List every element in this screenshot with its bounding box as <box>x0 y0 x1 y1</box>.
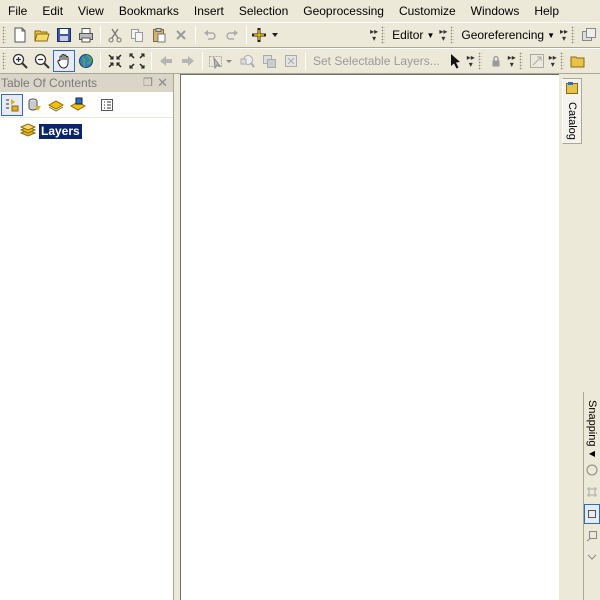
toolbar-grip[interactable] <box>2 52 6 70</box>
toolbar-separator <box>305 52 306 70</box>
toolbar-overflow-chevron[interactable]: ▸▸ ▾ <box>466 50 476 72</box>
toolbar-separator <box>202 52 203 70</box>
editor-menu-button[interactable]: Editor ▼ <box>388 25 438 45</box>
toolbar-overflow-chevron[interactable]: ▸▸ ▾ <box>507 50 517 72</box>
fixed-zoom-out-icon[interactable] <box>126 50 148 72</box>
pan-hand-icon[interactable] <box>53 50 75 72</box>
menu-bar: File Edit View Bookmarks Insert Selectio… <box>0 0 600 22</box>
toc-tree: Layers <box>0 118 173 140</box>
menu-help[interactable]: Help <box>528 1 565 21</box>
catalog-folder-icon[interactable] <box>567 50 589 72</box>
lock-icon[interactable] <box>485 50 507 72</box>
toolbar-overflow-chevron[interactable]: ▸▸ ▾ <box>369 24 379 46</box>
right-dock: Catalog Snapping ◀ <box>559 74 600 600</box>
snapping-dropdown-icon[interactable]: ◀ <box>589 449 595 458</box>
menu-windows[interactable]: Windows <box>465 1 526 21</box>
catalog-tab[interactable]: Catalog <box>562 78 582 144</box>
list-by-visibility-icon[interactable] <box>45 94 67 116</box>
snapping-toolbar: Snapping ◀ <box>583 392 600 600</box>
toc-toolbar <box>0 92 173 118</box>
toc-title: Table Of Contents <box>1 76 98 90</box>
layers-label[interactable]: Layers <box>39 123 82 139</box>
layers-data-frame[interactable]: Layers <box>19 122 173 140</box>
toolbar-overflow-chevron[interactable]: ▸▸ ▾ <box>438 24 448 46</box>
data-frame-layers-icon <box>19 122 37 140</box>
toolbar-grip[interactable] <box>450 26 455 44</box>
select-elements-arrow-icon[interactable] <box>444 50 466 72</box>
point-snapping-icon[interactable] <box>584 460 600 480</box>
clear-selected-features-icon[interactable] <box>280 50 302 72</box>
toolbar-grip[interactable] <box>518 52 523 70</box>
toolbar-grip[interactable] <box>2 26 6 44</box>
catalog-icon <box>565 81 579 98</box>
menu-edit[interactable]: Edit <box>36 1 69 21</box>
georeferencing-label: Georeferencing <box>461 28 545 42</box>
edge-snapping-icon[interactable] <box>584 526 600 546</box>
save-icon[interactable] <box>53 24 75 46</box>
toolbar-separator <box>92 95 93 114</box>
menu-geoprocessing[interactable]: Geoprocessing <box>297 1 390 21</box>
list-by-selection-icon[interactable] <box>67 94 89 116</box>
close-icon[interactable]: ✕ <box>157 75 168 91</box>
full-extent-globe-icon[interactable] <box>75 50 97 72</box>
snapping-label[interactable]: Snapping <box>586 400 598 447</box>
set-selectable-layers-button[interactable]: Set Selectable Layers... <box>309 54 444 68</box>
catalog-tab-label: Catalog <box>566 102 578 140</box>
zoom-out-icon[interactable] <box>31 50 53 72</box>
dropdown-arrow-icon: ▼ <box>426 30 435 40</box>
toolbar-overflow-chevron[interactable]: ▸▸ ▾ <box>559 24 569 46</box>
vertex-snapping-icon[interactable] <box>584 503 600 524</box>
list-by-source-icon[interactable] <box>23 94 45 116</box>
copy-icon[interactable] <box>126 24 148 46</box>
menu-bookmarks[interactable]: Bookmarks <box>113 1 185 21</box>
delete-icon[interactable] <box>170 24 192 46</box>
toolbar-separator <box>195 26 196 44</box>
toolbar-grip[interactable] <box>477 52 482 70</box>
editor-label: Editor <box>392 28 424 42</box>
pin-icon[interactable]: ❒ <box>143 76 153 89</box>
toolbar-grip[interactable] <box>571 26 575 44</box>
toolbar-grip[interactable] <box>559 52 564 70</box>
georeferencing-menu-button[interactable]: Georeferencing ▼ <box>457 25 559 45</box>
clear-selection-icon[interactable] <box>258 50 280 72</box>
map-display[interactable] <box>180 74 559 600</box>
menu-customize[interactable]: Customize <box>393 1 462 21</box>
menu-insert[interactable]: Insert <box>188 1 230 21</box>
select-features-icon[interactable] <box>206 50 236 72</box>
layout-view-icon[interactable] <box>578 24 600 46</box>
tools-toolbar: Set Selectable Layers... ▸▸ ▾ ▸▸ ▾ ▸▸ ▾ <box>0 48 600 74</box>
snapping-overflow-chevron[interactable] <box>584 548 600 568</box>
toolbar-grip[interactable] <box>381 26 386 44</box>
open-folder-icon[interactable] <box>31 24 53 46</box>
table-of-contents-panel: Table Of Contents ❒ ✕ Layers <box>0 74 174 600</box>
toc-title-bar[interactable]: Table Of Contents ❒ ✕ <box>0 74 173 92</box>
menu-view[interactable]: View <box>72 1 110 21</box>
menu-file[interactable]: File <box>2 1 33 21</box>
redo-icon[interactable] <box>221 24 243 46</box>
toolbar-separator <box>246 26 247 44</box>
zoom-in-icon[interactable] <box>9 50 31 72</box>
back-extent-icon[interactable] <box>155 50 177 72</box>
end-snapping-icon[interactable] <box>584 482 600 502</box>
cut-icon[interactable] <box>104 24 126 46</box>
print-icon[interactable] <box>75 24 97 46</box>
paste-icon[interactable] <box>148 24 170 46</box>
forward-extent-icon[interactable] <box>177 50 199 72</box>
toolbar-separator <box>151 52 152 70</box>
dropdown-arrow-icon: ▼ <box>547 30 555 40</box>
add-data-icon[interactable] <box>250 24 282 46</box>
toc-options-icon[interactable] <box>96 94 118 116</box>
undo-icon[interactable] <box>199 24 221 46</box>
toolbar-overflow-chevron[interactable]: ▸▸ ▾ <box>548 50 558 72</box>
fixed-zoom-in-icon[interactable] <box>104 50 126 72</box>
zoom-to-selected-icon[interactable] <box>236 50 258 72</box>
new-document-icon[interactable] <box>9 24 31 46</box>
resize-extent-icon[interactable] <box>526 50 548 72</box>
menu-selection[interactable]: Selection <box>233 1 294 21</box>
list-by-drawing-order-icon[interactable] <box>1 93 23 116</box>
toolbar-separator <box>100 26 101 44</box>
toolbar-separator <box>100 52 101 70</box>
standard-toolbar: ▸▸ ▾ Editor ▼ ▸▸ ▾ Georeferencing ▼ ▸▸ ▾ <box>0 22 600 48</box>
